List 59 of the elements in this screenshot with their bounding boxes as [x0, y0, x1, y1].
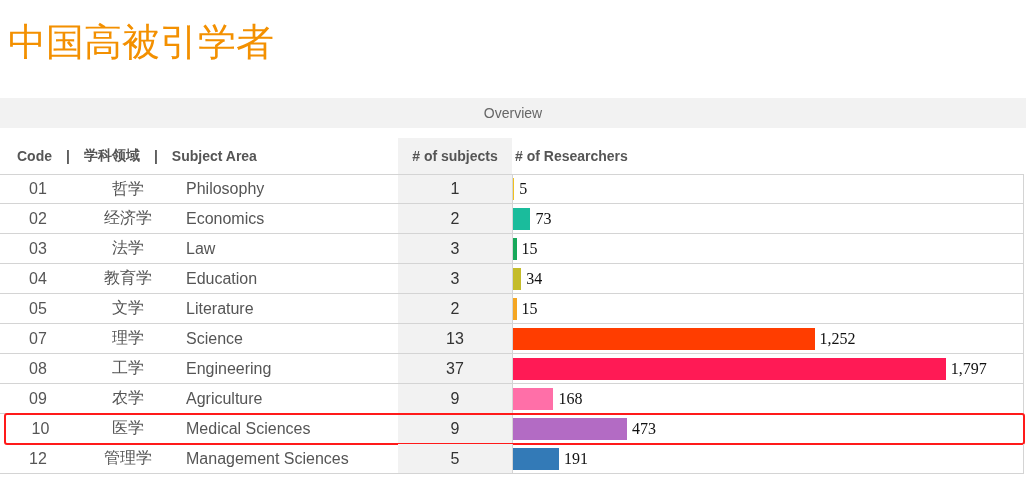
bar-value: 73 [535, 209, 552, 228]
table-cell-text: Science [185, 328, 244, 349]
column-header: Subject Area [171, 148, 257, 164]
column-header: # of subjects [398, 138, 512, 174]
column-header: 学科领域 [83, 147, 140, 165]
table-cell-text: 医学 [111, 418, 145, 438]
bar-value: 5 [519, 180, 528, 198]
table-cell-text: Education [185, 268, 259, 289]
table-cell-text: 02 [28, 208, 48, 229]
bar-value: 473 [632, 419, 656, 438]
table-cell-text: 工学 [111, 358, 145, 378]
table-cell: 5 [398, 444, 512, 473]
table-cell: 3 [398, 234, 512, 263]
table-cell: 13 [398, 324, 512, 353]
overview-bar: Overview [0, 98, 1026, 128]
table-cell-text: 03 [28, 238, 48, 259]
bar-value: 1,252 [819, 329, 856, 348]
column-header: Code [17, 148, 52, 164]
table-cell: 37 [398, 354, 512, 383]
table-cell: 2 [398, 294, 512, 323]
table-cell-text: 管理学 [103, 448, 153, 468]
table-cell-text: Agriculture [185, 388, 264, 409]
table-cell: 9 [398, 384, 512, 413]
table-cell-text: 法学 [111, 238, 145, 258]
table-cell-text: Law [185, 238, 217, 259]
bar-value: 34 [526, 269, 543, 288]
bar-value: 15 [521, 239, 538, 258]
table-cell-text: 经济学 [103, 208, 153, 228]
table-cell-text: Economics [185, 208, 266, 229]
table-cell-text: 05 [28, 298, 48, 319]
table-cell-text: 12 [28, 448, 48, 469]
table-cell-text: 04 [28, 268, 48, 289]
table-cell-text: 理学 [111, 328, 145, 348]
bar-value: 15 [521, 299, 538, 318]
table-cell: 9 [398, 414, 512, 443]
table-cell-text: 09 [28, 388, 48, 409]
bar-value: 1,797 [950, 359, 987, 378]
page-title: 中国高被引学者 [8, 20, 274, 65]
table-cell-text: 08 [28, 358, 48, 379]
table-cell-text: 农学 [111, 388, 145, 408]
table-cell-text: 01 [28, 179, 48, 199]
table-cell-text: 10 [30, 418, 51, 439]
table-cell-text: Medical Sciences [185, 418, 312, 439]
table-cell-text: 哲学 [111, 178, 145, 199]
table-cell-text: 07 [28, 328, 48, 349]
table-cell-text: Management Sciences [185, 448, 350, 469]
table-cell-text: Literature [185, 298, 255, 319]
table-cell-text: Engineering [185, 358, 273, 379]
table-cell: 2 [398, 204, 512, 233]
table-cell: 1 [398, 175, 512, 203]
separator: | [153, 148, 158, 164]
table-cell-text: 教育学 [103, 268, 153, 288]
bar-value: 191 [564, 449, 588, 468]
table-cell: 3 [398, 264, 512, 293]
bar-value: 168 [558, 389, 583, 408]
separator: | [66, 148, 70, 164]
table-cell-text: 文学 [111, 298, 145, 318]
column-header: # of Researchers [515, 148, 628, 164]
table-cell-text: Philosophy [185, 179, 266, 199]
